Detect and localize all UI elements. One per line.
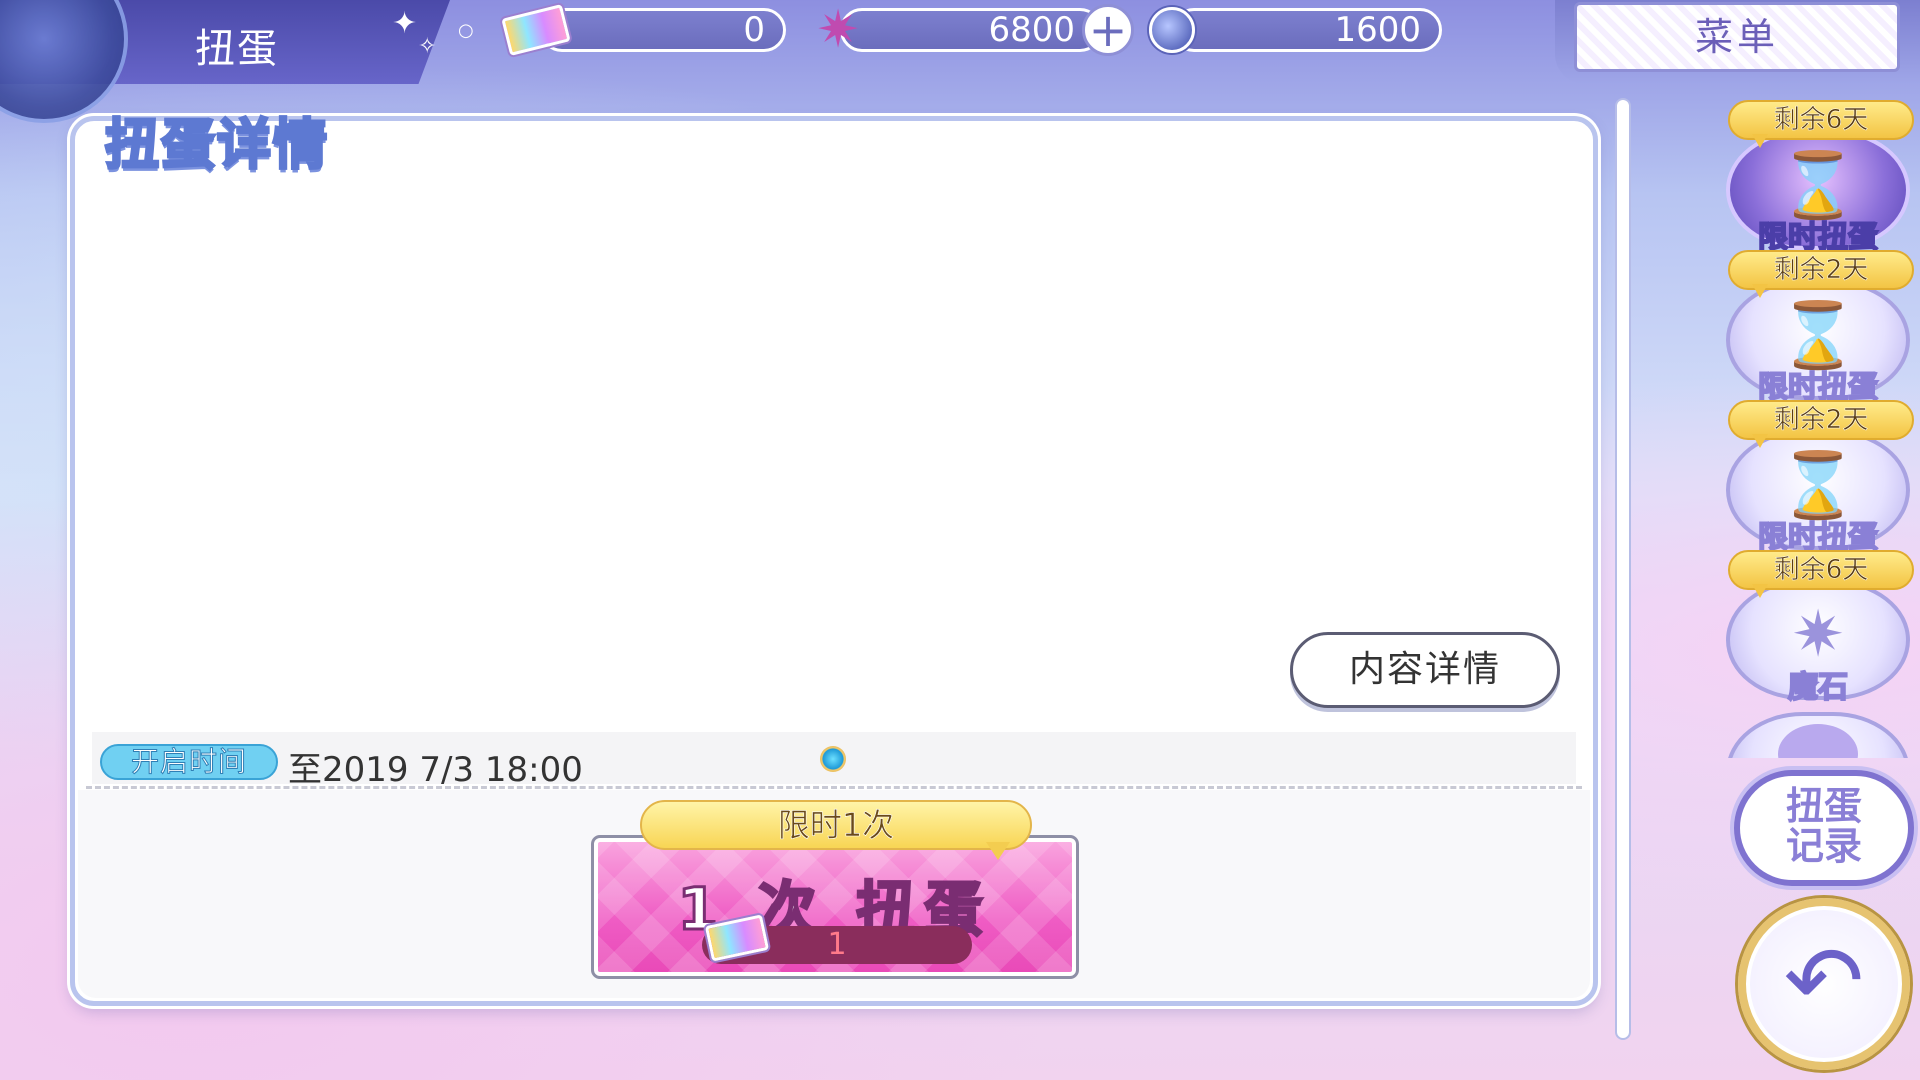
page-indicator-dot[interactable] xyxy=(820,746,846,772)
currency-ticket-counter: 0 xyxy=(540,8,786,52)
currency-potion-counter: 1600 xyxy=(1172,8,1442,52)
currency-value: 0 xyxy=(743,10,765,50)
panel-scrollbar[interactable] xyxy=(1615,98,1631,1040)
sparkle-icon: ✧ xyxy=(418,34,437,59)
panel-title: 扭蛋详情 xyxy=(104,112,329,178)
open-time-badge: 开启时间 xyxy=(100,744,278,780)
limited-once-bubble: 限时1次 xyxy=(640,800,1032,850)
back-button[interactable]: ↶ xyxy=(1738,898,1910,1070)
record-label-line2: 记录 xyxy=(1785,824,1862,868)
side-banner-magic-stone[interactable]: ✷ 剩余6天 魔石 xyxy=(1716,550,1920,706)
side-banner-limited-1[interactable]: ⌛ 剩余6天 限时扭蛋 xyxy=(1716,100,1920,256)
magic-star-icon: ✷ xyxy=(1791,598,1845,672)
banner-label: 魔石 xyxy=(1787,669,1849,706)
ticket-icon xyxy=(501,4,571,56)
sparkle-icon: ○ xyxy=(458,20,474,41)
bubble-tail xyxy=(986,842,1010,860)
currency-value: 1600 xyxy=(1334,10,1421,50)
badge-tail xyxy=(1752,584,1768,598)
potion-icon xyxy=(1146,2,1198,58)
record-label-line1: 扭蛋 xyxy=(1785,784,1862,828)
content-details-button[interactable]: 内容详情 xyxy=(1290,632,1560,708)
side-banner-partial[interactable] xyxy=(1726,712,1910,758)
divider xyxy=(86,786,1582,789)
currency-value: 6800 xyxy=(988,10,1075,50)
side-banner-limited-2[interactable]: ⌛ 剩余2天 限时扭蛋 xyxy=(1716,250,1920,406)
badge-tail xyxy=(1752,134,1768,148)
badge-tail xyxy=(1752,434,1768,448)
add-currency-button[interactable]: + xyxy=(1082,4,1134,56)
side-banner-limited-3[interactable]: ⌛ 剩余2天 限时扭蛋 xyxy=(1716,400,1920,556)
open-time-value: 至2019 7/3 18:00 xyxy=(288,750,583,790)
top-bar: 扭蛋 ✦ ✧ ○ 0 6800 ✷ + 1600 菜单 xyxy=(0,0,1920,123)
currency-stone-counter: 6800 xyxy=(840,8,1102,52)
badge-tail xyxy=(1752,284,1768,298)
sparkle-icon: ✦ xyxy=(392,6,418,41)
pull-cost-value: 1 xyxy=(827,927,847,962)
page-title: 扭蛋 xyxy=(195,26,279,72)
gacha-record-button[interactable]: 扭蛋 记录 xyxy=(1734,770,1914,886)
menu-button[interactable]: 菜单 xyxy=(1574,2,1900,72)
back-arrow-icon: ↶ xyxy=(1783,925,1865,1037)
magic-star-icon: ✷ xyxy=(816,0,860,60)
